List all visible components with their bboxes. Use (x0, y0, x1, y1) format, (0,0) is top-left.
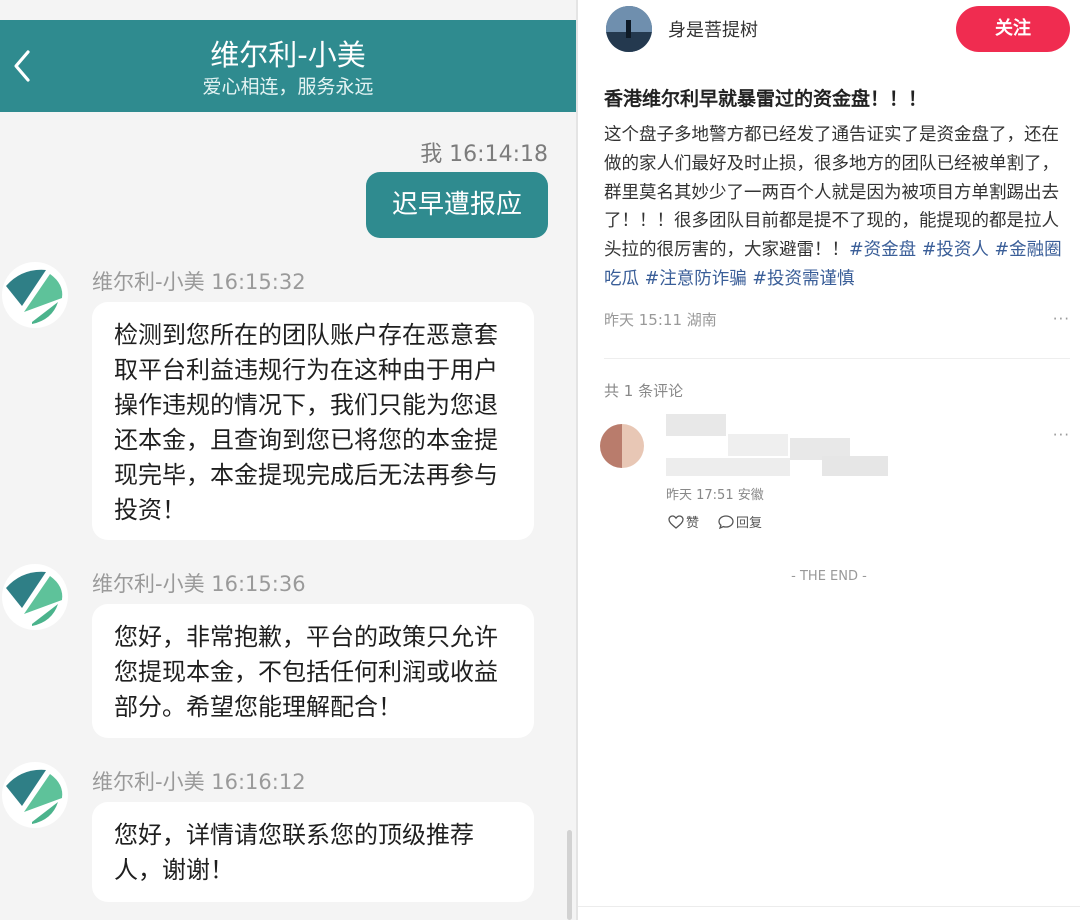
blurred-comment-text (666, 458, 790, 476)
heart-icon (668, 514, 684, 529)
status-strip (0, 0, 576, 20)
comment-count: 共 1 条评论 (604, 382, 684, 400)
agent-message-bubble[interactable]: 您好，详情请您联系您的顶级推荐人，谢谢！ (92, 802, 534, 902)
blurred-comment-text (822, 456, 888, 476)
post-title: 香港维尔利早就暴雷过的资金盘！！！ (604, 88, 928, 110)
post-username[interactable]: 身是菩提树 (668, 16, 758, 42)
post-body: 这个盘子多地警方都已经发了通告证实了是资金盘了，还在做的家人们最好及时止损，很多… (604, 121, 1074, 294)
company-logo-icon (3, 263, 67, 327)
divider (578, 906, 1080, 907)
my-message-bubble[interactable]: 迟早遭报应 (365, 172, 548, 238)
like-label: 赞 (686, 516, 700, 531)
end-marker: - THE END - (791, 569, 867, 584)
hashtag-link[interactable]: #注意防诈骗 (645, 269, 747, 289)
social-post: 身是菩提树 关注 香港维尔利早就暴雷过的资金盘！！！ 这个盘子多地警方都已经发了… (578, 0, 1080, 920)
comment-timestamp: 昨天 17:51 安徽 (666, 488, 764, 503)
company-logo-icon (3, 763, 67, 827)
reply-bubble-icon (718, 514, 734, 529)
landscape-avatar-icon (606, 6, 652, 52)
more-options-icon[interactable]: ··· (1053, 310, 1070, 328)
follow-button[interactable]: 关注 (956, 6, 1070, 52)
agent-message-bubble[interactable]: 您好，非常抱歉，平台的政策只允许您提现本金，不包括任何利润或收益部分。希望您能理… (92, 604, 534, 738)
agent-message-meta: 维尔利-小美 16:16:12 (92, 770, 306, 794)
post-body-text: 这个盘子多地警方都已经发了通告证实了是资金盘了，还在做的家人们最好及时止损，很多… (604, 125, 1059, 261)
post-timestamp: 昨天 15:11 湖南 (604, 311, 717, 329)
reply-label: 回复 (736, 516, 763, 531)
hashtag-link[interactable]: #资金盘 (849, 240, 916, 260)
commenter-avatar[interactable] (600, 424, 644, 468)
chat-title: 维尔利-小美 (210, 38, 366, 72)
agent-avatar[interactable] (2, 262, 68, 328)
user-avatar[interactable] (606, 6, 652, 52)
chat-subtitle: 爱心相连，服务永远 (202, 76, 374, 98)
divider (604, 358, 1070, 359)
agent-avatar[interactable] (2, 762, 68, 828)
agent-message-bubble[interactable]: 检测到您所在的团队账户存在恶意套取平台利益违规行为在这种由于用户操作违规的情况下… (92, 302, 534, 540)
agent-avatar[interactable] (2, 564, 68, 630)
reply-button[interactable]: 回复 (718, 512, 762, 531)
agent-message-meta: 维尔利-小美 16:15:36 (92, 572, 306, 596)
chat-screenshot: 维尔利-小美 爱心相连，服务永远 我 16:14:18 迟早遭报应 维尔利-小美… (0, 0, 576, 920)
my-message-meta: 我 16:14:18 (420, 142, 548, 167)
blurred-username (666, 414, 726, 436)
chat-header: 维尔利-小美 爱心相连，服务永远 (0, 20, 576, 112)
comment-more-icon[interactable]: ··· (1053, 426, 1070, 444)
blurred-username (728, 434, 788, 456)
agent-message-meta: 维尔利-小美 16:15:32 (92, 270, 306, 294)
company-logo-icon (3, 565, 67, 629)
hashtag-link[interactable]: #投资人 (922, 240, 989, 260)
hashtag-link[interactable]: #投资需谨慎 (752, 269, 854, 289)
scrollbar[interactable] (567, 830, 572, 920)
like-button[interactable]: 赞 (668, 512, 699, 531)
